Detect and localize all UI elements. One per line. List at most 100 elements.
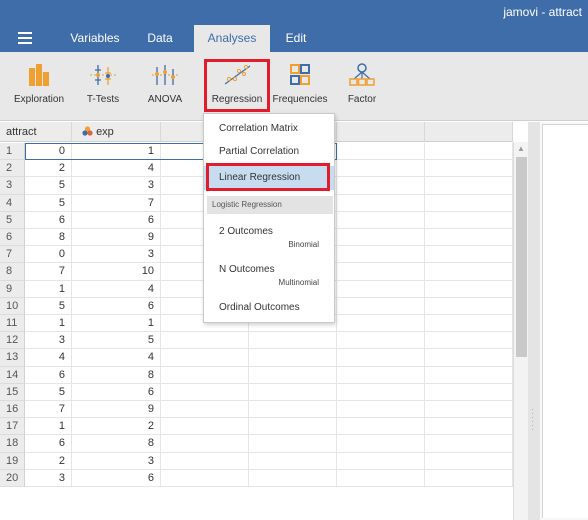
cell-empty[interactable]	[249, 332, 337, 350]
spreadsheet-vertical-scrollbar[interactable]: ▲	[513, 142, 528, 520]
cell-empty[interactable]	[161, 401, 249, 419]
cell-empty[interactable]	[337, 349, 425, 367]
cell-empty[interactable]	[425, 160, 513, 178]
cell-exp[interactable]: 1	[72, 315, 161, 333]
tab-data[interactable]: Data	[140, 25, 180, 52]
row-number[interactable]: 4	[0, 194, 25, 212]
cell-attract[interactable]: 6	[25, 366, 72, 384]
column-header-exp[interactable]: exp	[72, 122, 161, 142]
tab-analyses[interactable]: Analyses	[194, 25, 270, 52]
row-number[interactable]: 20	[0, 469, 25, 487]
cell-attract[interactable]: 6	[25, 435, 72, 453]
cell-attract[interactable]: 0	[25, 143, 72, 161]
cell-empty[interactable]	[161, 452, 249, 470]
scroll-up-arrow-icon[interactable]: ▲	[517, 144, 525, 153]
cell-empty[interactable]	[337, 297, 425, 315]
cell-attract[interactable]: 4	[25, 349, 72, 367]
cell-empty[interactable]	[425, 452, 513, 470]
cell-empty[interactable]	[337, 452, 425, 470]
cell-attract[interactable]: 3	[25, 469, 72, 487]
cell-empty[interactable]	[425, 246, 513, 264]
cell-empty[interactable]	[425, 315, 513, 333]
cell-empty[interactable]	[425, 297, 513, 315]
row-number[interactable]: 9	[0, 280, 25, 298]
menu-item-correlation-matrix[interactable]: Correlation Matrix	[204, 123, 334, 137]
row-number[interactable]: 5	[0, 211, 25, 229]
row-number[interactable]: 12	[0, 332, 25, 350]
cell-exp[interactable]: 6	[72, 211, 161, 229]
cell-empty[interactable]	[425, 143, 513, 161]
exploration-button[interactable]: Exploration	[8, 52, 70, 121]
cell-empty[interactable]	[337, 366, 425, 384]
row-number[interactable]: 14	[0, 366, 25, 384]
cell-empty[interactable]	[161, 383, 249, 401]
cell-empty[interactable]	[337, 435, 425, 453]
cell-exp[interactable]: 2	[72, 418, 161, 436]
column-header-attract[interactable]: attract	[0, 122, 72, 142]
cell-empty[interactable]	[425, 349, 513, 367]
cell-attract[interactable]: 1	[25, 280, 72, 298]
cell-exp[interactable]: 4	[72, 349, 161, 367]
cell-attract[interactable]: 5	[25, 177, 72, 195]
cell-exp[interactable]: 4	[72, 160, 161, 178]
t-tests-button[interactable]: T-Tests	[78, 52, 128, 121]
row-number[interactable]: 2	[0, 160, 25, 178]
cell-empty[interactable]	[161, 349, 249, 367]
cell-empty[interactable]	[337, 469, 425, 487]
menu-item-n-outcomes[interactable]: N Outcomes Multinomial	[204, 264, 334, 294]
row-number[interactable]: 6	[0, 229, 25, 247]
cell-empty[interactable]	[337, 383, 425, 401]
cell-exp[interactable]: 8	[72, 366, 161, 384]
cell-empty[interactable]	[249, 366, 337, 384]
column-header-empty[interactable]	[337, 122, 425, 142]
cell-empty[interactable]	[249, 435, 337, 453]
row-number[interactable]: 16	[0, 401, 25, 419]
anova-button[interactable]: ANOVA	[140, 52, 190, 121]
scrollbar-thumb[interactable]	[516, 157, 527, 357]
cell-exp[interactable]: 10	[72, 263, 161, 281]
cell-empty[interactable]	[425, 211, 513, 229]
cell-empty[interactable]	[161, 418, 249, 436]
cell-empty[interactable]	[425, 383, 513, 401]
cell-empty[interactable]	[161, 366, 249, 384]
cell-exp[interactable]: 7	[72, 194, 161, 212]
cell-exp[interactable]: 3	[72, 452, 161, 470]
factor-button[interactable]: Factor	[338, 52, 386, 121]
cell-empty[interactable]	[249, 383, 337, 401]
column-header-empty[interactable]	[425, 122, 513, 142]
cell-attract[interactable]: 0	[25, 246, 72, 264]
cell-empty[interactable]	[161, 435, 249, 453]
cell-exp[interactable]: 6	[72, 383, 161, 401]
cell-empty[interactable]	[425, 280, 513, 298]
cell-attract[interactable]: 2	[25, 452, 72, 470]
cell-empty[interactable]	[337, 332, 425, 350]
row-number[interactable]: 7	[0, 246, 25, 264]
cell-empty[interactable]	[337, 280, 425, 298]
cell-empty[interactable]	[337, 229, 425, 247]
cell-attract[interactable]: 5	[25, 194, 72, 212]
cell-empty[interactable]	[425, 435, 513, 453]
tab-variables[interactable]: Variables	[66, 25, 124, 52]
row-number[interactable]: 8	[0, 263, 25, 281]
cell-attract[interactable]: 3	[25, 332, 72, 350]
menu-hamburger-icon[interactable]	[18, 32, 32, 44]
menu-item-2-outcomes[interactable]: 2 Outcomes Binomial	[204, 226, 334, 256]
row-number[interactable]: 3	[0, 177, 25, 195]
menu-item-ordinal-outcomes[interactable]: Ordinal Outcomes	[204, 302, 334, 316]
cell-attract[interactable]: 2	[25, 160, 72, 178]
cell-empty[interactable]	[249, 401, 337, 419]
cell-empty[interactable]	[337, 246, 425, 264]
cell-exp[interactable]: 3	[72, 177, 161, 195]
cell-attract[interactable]: 6	[25, 211, 72, 229]
cell-exp[interactable]: 9	[72, 229, 161, 247]
cell-empty[interactable]	[337, 401, 425, 419]
cell-empty[interactable]	[337, 211, 425, 229]
row-number[interactable]: 17	[0, 418, 25, 436]
cell-empty[interactable]	[337, 160, 425, 178]
cell-exp[interactable]: 8	[72, 435, 161, 453]
cell-empty[interactable]	[249, 452, 337, 470]
row-number[interactable]: 18	[0, 435, 25, 453]
cell-empty[interactable]	[425, 366, 513, 384]
menu-item-partial-correlation[interactable]: Partial Correlation	[204, 146, 334, 160]
cell-empty[interactable]	[337, 143, 425, 161]
